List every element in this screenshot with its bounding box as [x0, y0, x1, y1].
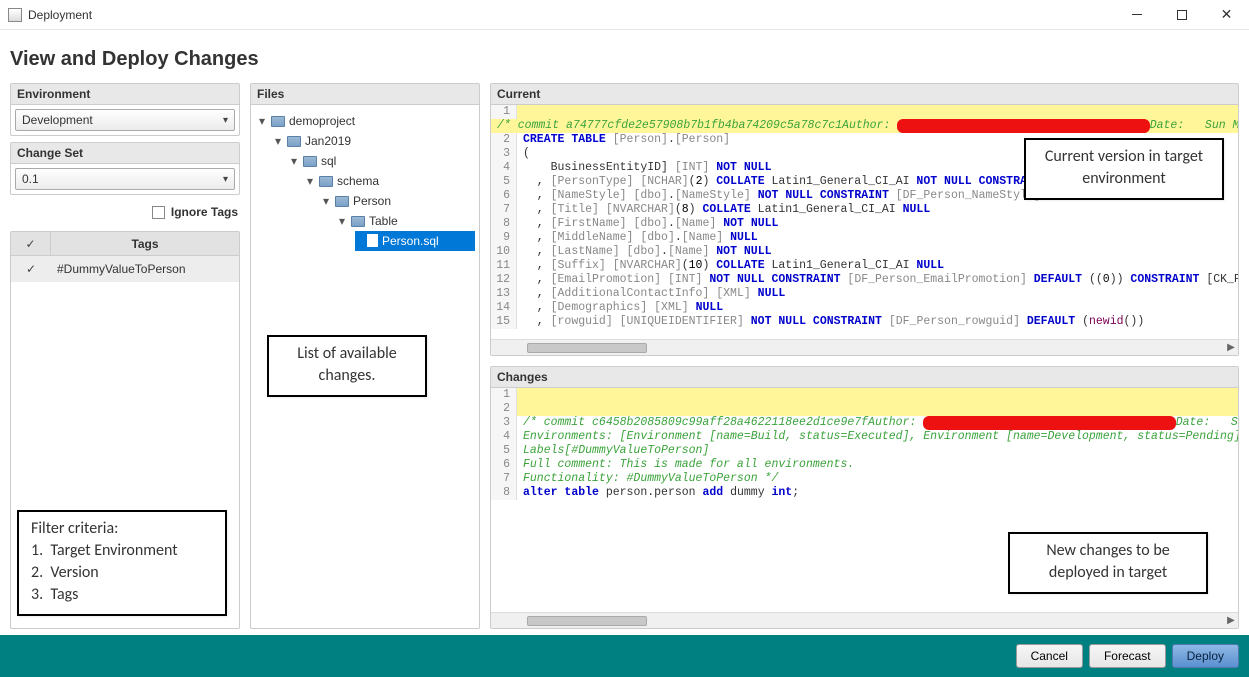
changes-panel: Changes 123/* commit c6458b2085809c99aff…: [490, 366, 1239, 629]
changes-label: Changes: [491, 367, 1238, 388]
tags-column-header: Tags: [51, 237, 239, 251]
environment-dropdown[interactable]: Development ▾: [15, 109, 235, 131]
forecast-button[interactable]: Forecast: [1089, 644, 1166, 668]
current-panel: Current 1/* commit a74777cfde2e57908b7b1…: [490, 83, 1239, 356]
callout-files: List of available changes.: [267, 335, 427, 397]
tree-node-table[interactable]: ▾Table Person.sql: [339, 211, 475, 251]
callout-filter: Filter criteria: 1. Target Environment 2…: [17, 510, 227, 616]
code-line: 3/* commit c6458b2085809c99aff28a4622118…: [491, 416, 1238, 430]
code-line: 11 , [Suffix] [NVARCHAR](10) COLLATE Lat…: [491, 259, 1238, 273]
code-line: 8 , [FirstName] [dbo].[Name] NOT NULL: [491, 217, 1238, 231]
files-panel: Files ▾demoproject ▾Jan2019 ▾sql ▾schema: [250, 83, 480, 629]
changeset-dropdown[interactable]: 0.1 ▾: [15, 168, 235, 190]
environment-label: Environment: [11, 84, 239, 105]
ignore-tags-label: Ignore Tags: [171, 205, 238, 219]
folder-icon: [351, 216, 365, 227]
files-label: Files: [251, 84, 479, 105]
changeset-panel: Change Set 0.1 ▾: [10, 142, 240, 195]
code-line: 1/* commit a74777cfde2e57908b7b1fb4ba742…: [491, 105, 1238, 133]
tag-row[interactable]: ✓ #DummyValueToPerson: [11, 256, 239, 282]
ignore-tags-row: Ignore Tags: [10, 201, 240, 223]
tree-node-demoproject[interactable]: ▾demoproject ▾Jan2019 ▾sql ▾schema ▾Pers…: [259, 111, 475, 251]
code-line: 2: [491, 402, 1238, 416]
code-line: 4Environments: [Environment [name=Build,…: [491, 430, 1238, 444]
code-line: 6Full comment: This is made for all envi…: [491, 458, 1238, 472]
changes-scrollbar[interactable]: ▶: [491, 612, 1238, 628]
code-line: 14 , [Demographics] [XML] NULL: [491, 301, 1238, 315]
current-scrollbar[interactable]: ▶: [491, 339, 1238, 355]
tree-node-sql[interactable]: ▾sql ▾schema ▾Person ▾Table: [291, 151, 475, 251]
window-maximize-button[interactable]: [1159, 0, 1204, 30]
code-line: 7Functionality: #DummyValueToPerson */: [491, 472, 1238, 486]
folder-icon: [303, 156, 317, 167]
tags-column-check: ✓: [11, 232, 51, 255]
current-label: Current: [491, 84, 1238, 105]
changeset-label: Change Set: [11, 143, 239, 164]
folder-icon: [335, 196, 349, 207]
footer: Cancel Forecast Deploy: [0, 635, 1249, 677]
code-line: 12 , [EmailPromotion] [INT] NOT NULL CON…: [491, 273, 1238, 287]
callout-changes: New changes to be deployed in target: [1008, 532, 1208, 594]
code-line: 5Labels[#DummyValueToPerson]: [491, 444, 1238, 458]
cancel-button[interactable]: Cancel: [1016, 644, 1083, 668]
window-close-button[interactable]: ✕: [1204, 0, 1249, 30]
deploy-button[interactable]: Deploy: [1172, 644, 1239, 668]
folder-icon: [319, 176, 333, 187]
chevron-down-icon: ▾: [223, 115, 228, 126]
tag-label: #DummyValueToPerson: [51, 262, 239, 276]
environment-value: Development: [22, 113, 93, 127]
tags-panel: ✓ Tags ✓ #DummyValueToPerson Filter crit…: [10, 231, 240, 629]
tree-node-person[interactable]: ▾Person ▾Table Person.sql: [323, 191, 475, 251]
callout-current: Current version in target environment: [1024, 138, 1224, 200]
changeset-value: 0.1: [22, 172, 39, 186]
environment-panel: Environment Development ▾: [10, 83, 240, 136]
window-titlebar: Deployment ✕: [0, 0, 1249, 30]
folder-icon: [271, 116, 285, 127]
window-title: Deployment: [28, 8, 92, 22]
tree-node-schema[interactable]: ▾schema ▾Person ▾Table Person.sql: [307, 171, 475, 251]
code-line: 15 , [rowguid] [UNIQUEIDENTIFIER] NOT NU…: [491, 315, 1238, 329]
window-minimize-button[interactable]: [1114, 0, 1159, 30]
code-line: 1: [491, 388, 1238, 402]
code-line: 9 , [MiddleName] [dbo].[Name] NULL: [491, 231, 1238, 245]
folder-icon: [287, 136, 301, 147]
code-line: 8alter table person.person add dummy int…: [491, 486, 1238, 500]
tree-node-person-sql[interactable]: Person.sql: [355, 231, 475, 251]
code-line: 7 , [Title] [NVARCHAR](8) COLLATE Latin1…: [491, 203, 1238, 217]
tree-node-jan2019[interactable]: ▾Jan2019 ▾sql ▾schema ▾Person: [275, 131, 475, 251]
chevron-down-icon: ▾: [223, 174, 228, 185]
code-line: 10 , [LastName] [dbo].[Name] NOT NULL: [491, 245, 1238, 259]
files-tree: ▾demoproject ▾Jan2019 ▾sql ▾schema ▾Pers…: [251, 105, 479, 628]
page-title: View and Deploy Changes: [0, 30, 1249, 83]
file-icon: [367, 234, 378, 247]
check-icon: ✓: [26, 262, 36, 276]
ignore-tags-checkbox[interactable]: [152, 206, 165, 219]
app-icon: [8, 8, 22, 22]
code-line: 13 , [AdditionalContactInfo] [XML] NULL: [491, 287, 1238, 301]
